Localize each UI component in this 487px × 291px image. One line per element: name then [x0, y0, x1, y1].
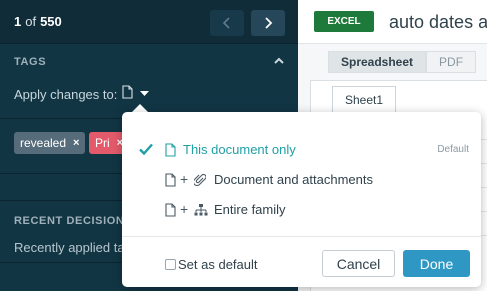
recent-decisions-header: RECENT DECISIONS — [14, 215, 133, 227]
view-tabs: Spreadsheet PDF — [328, 51, 477, 73]
caret-down-icon[interactable] — [140, 91, 149, 97]
sheet-tab[interactable]: Sheet1 — [332, 86, 397, 114]
checkbox-box[interactable] — [165, 259, 176, 270]
document-icon — [165, 173, 176, 187]
document-navigation-bar: 1 of 550 — [0, 0, 298, 44]
chevron-right-icon — [265, 17, 273, 29]
tab-spreadsheet[interactable]: Spreadsheet — [328, 51, 427, 73]
paperclip-icon — [194, 173, 206, 187]
default-badge: Default — [437, 144, 469, 155]
set-as-default-label: Set as default — [178, 257, 258, 272]
option-label: This document only — [183, 142, 296, 157]
option-this-document-only[interactable]: This document only Default — [122, 137, 481, 165]
tab-pdf[interactable]: PDF — [426, 51, 477, 73]
document-counter: 1 of 550 — [14, 14, 62, 29]
document-icon[interactable] — [122, 85, 133, 99]
cancel-button[interactable]: Cancel — [322, 250, 395, 277]
apply-changes-popover: This document only Default + Document an… — [122, 112, 481, 287]
document-icon — [165, 203, 176, 217]
remove-tag-icon[interactable]: × — [73, 137, 79, 149]
done-button[interactable]: Done — [403, 250, 470, 277]
counter-of-label: of — [25, 14, 37, 29]
file-type-badge: EXCEL — [314, 11, 374, 32]
plus-sign: + — [180, 201, 189, 217]
apply-changes-label: Apply changes to: — [14, 87, 118, 102]
previous-document-button[interactable] — [210, 10, 244, 36]
total-documents: 550 — [40, 14, 62, 29]
popover-divider — [122, 236, 481, 237]
option-entire-family[interactable]: + Entire family — [122, 197, 481, 225]
option-document-and-attachments[interactable]: + Document and attachments — [122, 167, 481, 195]
plus-sign: + — [180, 171, 189, 187]
chevron-up-icon[interactable] — [272, 54, 286, 68]
recently-applied-text: Recently applied tags — [14, 240, 139, 255]
document-header: EXCEL auto dates and — [298, 0, 487, 44]
option-label: Entire family — [214, 202, 286, 217]
option-label: Document and attachments — [214, 172, 373, 187]
tag-chip-label: revealed — [20, 136, 67, 150]
set-as-default-checkbox[interactable]: Set as default — [165, 257, 258, 272]
next-document-button[interactable] — [251, 10, 285, 36]
chevron-left-icon — [222, 17, 230, 29]
current-document-number: 1 — [14, 14, 22, 29]
document-title: auto dates and — [389, 12, 487, 32]
family-tree-icon — [194, 204, 208, 216]
tags-section-header: TAGS — [14, 56, 47, 68]
tag-chip-revealed[interactable]: revealed × — [14, 132, 86, 154]
tag-chip-label: Pri — [95, 136, 110, 150]
document-icon — [165, 143, 176, 157]
checkmark-icon — [139, 143, 153, 156]
